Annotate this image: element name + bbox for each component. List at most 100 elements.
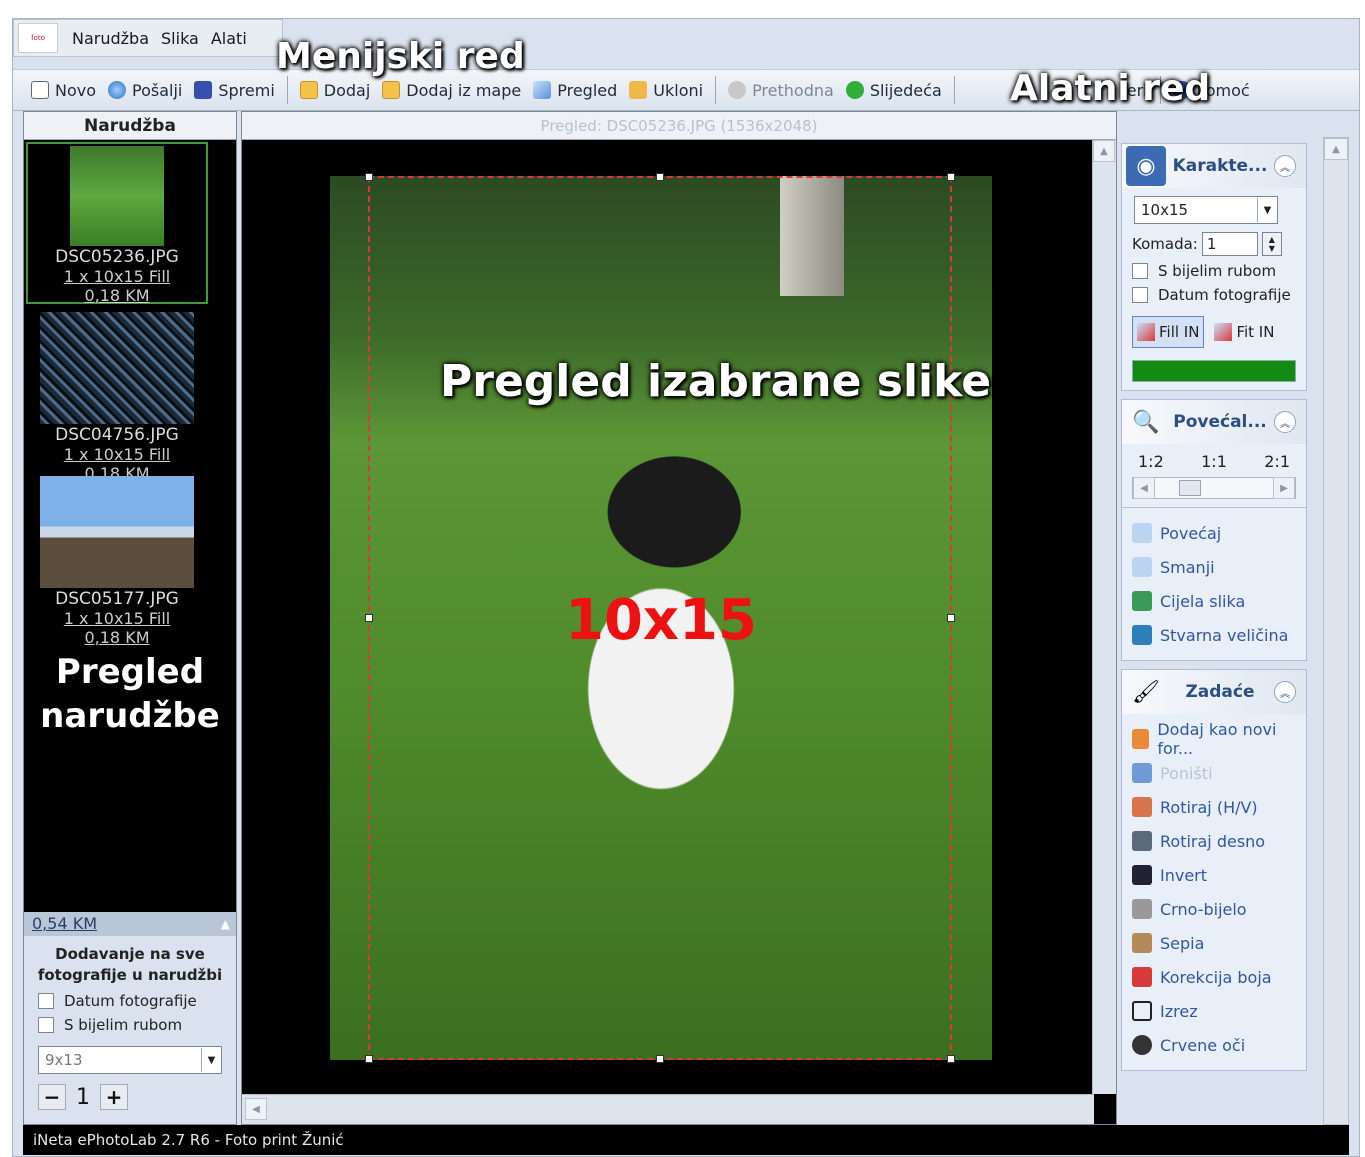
photo-date-checkbox[interactable]: [1132, 287, 1148, 303]
toolbar-separator: [953, 76, 955, 104]
red-eye-link[interactable]: Crvene oči: [1132, 1028, 1296, 1062]
rotate-right-link[interactable]: Rotiraj desno: [1132, 824, 1296, 858]
invert-link[interactable]: Invert: [1132, 858, 1296, 892]
chevron-down-icon[interactable]: ▼: [1257, 198, 1277, 222]
item-quantity[interactable]: 1 x 10x15 Fill: [24, 445, 210, 464]
format-select[interactable]: 9x13 ▼: [38, 1046, 222, 1074]
slider-thumb[interactable]: [1179, 480, 1201, 496]
order-options: 0,54 KM ▲ Dodavanje na sve fotografije u …: [24, 912, 236, 1124]
white-border-checkbox[interactable]: [1132, 263, 1148, 279]
preview-vertical-scrollbar[interactable]: ▲: [1092, 140, 1116, 1094]
add-button[interactable]: Dodaj: [299, 81, 370, 100]
send-label: Pošalji: [132, 80, 183, 100]
order-callout-line: Pregled: [55, 652, 205, 692]
black-white-link[interactable]: Crno-bijelo: [1132, 892, 1296, 926]
new-button[interactable]: Novo: [31, 81, 96, 100]
order-item[interactable]: DSC05177.JPG 1 x 10x15 Fill 0,18 KM: [24, 474, 210, 647]
add-as-new-format-link[interactable]: Dodaj kao novi for...: [1132, 720, 1296, 758]
quantity-value: 1: [76, 1084, 90, 1110]
add-all-title: Dodavanje na sve fotografije u narudžbi: [37, 945, 223, 984]
collapse-icon[interactable]: ︽: [1273, 681, 1296, 703]
tasks-brush-icon: 🖌: [1132, 679, 1160, 705]
properties-header[interactable]: ◉ Karakte... ︽: [1122, 144, 1306, 188]
preview-button[interactable]: Pregled: [533, 81, 617, 100]
tasks-header[interactable]: 🖌 Zadaće ︽: [1122, 670, 1306, 714]
next-icon: [845, 81, 864, 99]
order-total[interactable]: 0,54 KM ▲: [24, 912, 236, 936]
crop-handle[interactable]: [947, 173, 955, 181]
zoom-body: 1:2 1:1 2:1 ◀ ▶: [1122, 444, 1306, 507]
slider-right-icon[interactable]: ▶: [1273, 477, 1295, 499]
scroll-up-icon[interactable]: ▲: [1324, 138, 1348, 160]
decrement-button[interactable]: −: [38, 1084, 66, 1110]
order-item[interactable]: DSC05236.JPG 1 x 10x15 Fill 0,18 KM: [26, 142, 208, 305]
sepia-link[interactable]: Sepia: [1132, 926, 1296, 960]
crop-link[interactable]: Izrez: [1132, 994, 1296, 1028]
crop-handle[interactable]: [656, 1055, 664, 1063]
copies-input[interactable]: 1: [1201, 232, 1258, 256]
slider-track[interactable]: [1155, 478, 1273, 498]
photo-date-option[interactable]: Datum fotografije: [1132, 286, 1296, 304]
previous-icon: [728, 81, 747, 99]
remove-button[interactable]: Ukloni: [629, 81, 703, 100]
crop-handle[interactable]: [365, 173, 373, 181]
add-format-icon: [1132, 729, 1150, 749]
collapse-icon[interactable]: ︽: [1274, 411, 1296, 433]
order-total-value: 0,54 KM: [32, 914, 98, 933]
copies-row: Komada: 1 ▲ ▼: [1132, 232, 1296, 256]
collapse-icon[interactable]: ︽: [1274, 155, 1296, 177]
border-checkbox[interactable]: [38, 1017, 54, 1033]
zoom-out-link[interactable]: Smanji: [1132, 550, 1296, 584]
next-label: Slijedeća: [869, 80, 942, 100]
order-item[interactable]: DSC04756.JPG 1 x 10x15 Fill 0,18 KM: [24, 310, 210, 483]
fit-in-button[interactable]: Fit IN: [1210, 316, 1278, 348]
color-correction-icon: [1132, 967, 1152, 987]
fill-in-button[interactable]: Fill IN: [1132, 316, 1205, 348]
scroll-left-icon[interactable]: ◀: [245, 1098, 267, 1120]
preview-horizontal-scrollbar[interactable]: ◀: [242, 1094, 1094, 1124]
collapse-arrow-icon[interactable]: ▲: [221, 912, 230, 936]
color-correction-link[interactable]: Korekcija boja: [1132, 960, 1296, 994]
undo-link[interactable]: Poništi: [1132, 756, 1296, 790]
copies-spinner[interactable]: ▲ ▼: [1261, 232, 1282, 256]
actual-size-label: Stvarna veličina: [1160, 625, 1289, 645]
whole-image-link[interactable]: Cijela slika: [1132, 584, 1296, 618]
save-button[interactable]: Spremi: [194, 81, 275, 100]
preview-image[interactable]: 10x15: [330, 173, 992, 1063]
zoom-header[interactable]: 🔍 Povećal... ︽: [1122, 400, 1306, 444]
zoom-slider[interactable]: ◀ ▶: [1132, 477, 1296, 499]
item-quantity[interactable]: 1 x 10x15 Fill: [28, 267, 206, 286]
send-button[interactable]: Pošalji: [108, 81, 182, 100]
menu-alati[interactable]: Alati: [211, 29, 247, 48]
tasks-body: Dodaj kao novi for... Poništi Rotiraj (H…: [1122, 714, 1306, 1070]
fill-in-label: Fill IN: [1159, 323, 1200, 341]
quantity-stepper: − 1 +: [38, 1084, 236, 1110]
scroll-up-icon[interactable]: ▲: [1093, 140, 1115, 162]
menu-narudzba[interactable]: Narudžba: [72, 29, 149, 48]
invert-icon: [1132, 865, 1152, 885]
crop-handle[interactable]: [365, 1055, 373, 1063]
slider-left-icon[interactable]: ◀: [1133, 477, 1155, 499]
menu-slika[interactable]: Slika: [161, 29, 199, 48]
white-border-option[interactable]: S bijelim rubom: [1132, 262, 1296, 280]
crop-handle[interactable]: [947, 1055, 955, 1063]
date-option[interactable]: Datum fotografije: [38, 992, 236, 1010]
item-quantity[interactable]: 1 x 10x15 Fill: [24, 609, 210, 628]
remove-folder-icon: [629, 81, 648, 99]
whole-image-label: Cijela slika: [1160, 591, 1246, 611]
rotate-hv-link[interactable]: Rotiraj (H/V): [1132, 790, 1296, 824]
task-pane-scrollbar[interactable]: ▲: [1323, 137, 1349, 1125]
print-format-select[interactable]: 10x15 ▼: [1134, 196, 1278, 224]
previous-button[interactable]: Prethodna: [728, 81, 834, 100]
crop-handle[interactable]: [656, 173, 664, 181]
border-option[interactable]: S bijelim rubom: [38, 1016, 236, 1034]
zoom-in-label: Povećaj: [1160, 523, 1222, 543]
quality-progress-bar: [1132, 360, 1296, 382]
actual-size-link[interactable]: Stvarna veličina: [1132, 618, 1296, 652]
date-checkbox[interactable]: [38, 993, 54, 1009]
next-button[interactable]: Slijedeća: [845, 80, 942, 100]
increment-button[interactable]: +: [100, 1084, 128, 1110]
zoom-in-link[interactable]: Povećaj: [1132, 516, 1296, 550]
chevron-down-icon[interactable]: ▼: [201, 1048, 221, 1072]
add-from-folder-button[interactable]: Dodaj iz mape: [382, 81, 521, 100]
